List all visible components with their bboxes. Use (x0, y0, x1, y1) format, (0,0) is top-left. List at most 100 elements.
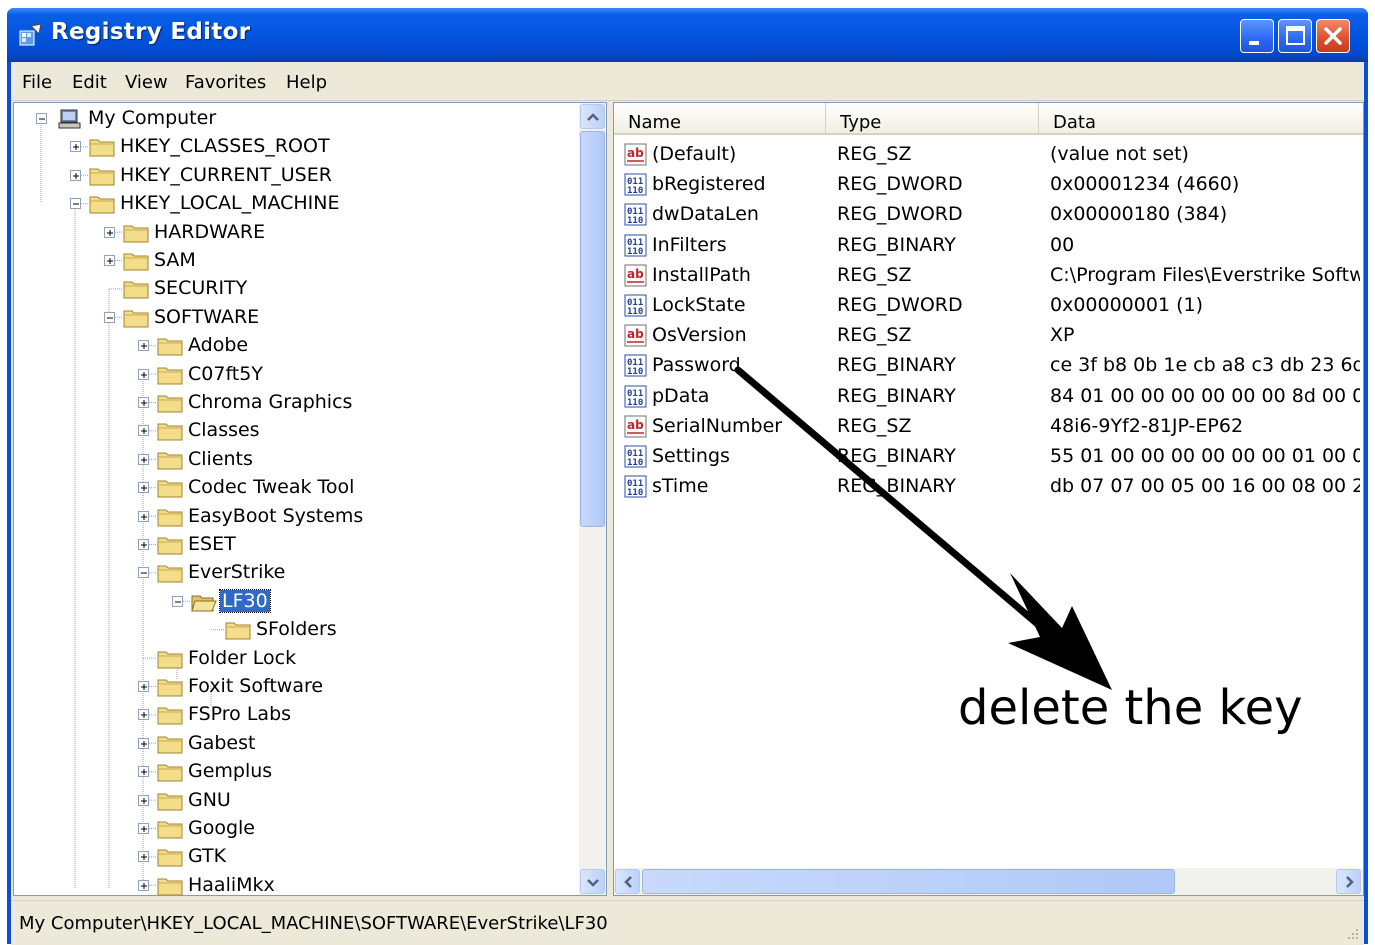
value-row[interactable]: 011 110 Settings REG_BINARY 55 01 00 00 00 0… (614, 443, 1363, 473)
value-row[interactable]: ab OsVersion REG_SZ XP (614, 322, 1363, 352)
value-name[interactable]: dwDataLen (652, 203, 759, 225)
tree-item-label[interactable]: Clients (186, 448, 255, 470)
expand-icon[interactable] (138, 766, 149, 778)
close-button[interactable] (1316, 19, 1350, 53)
value-name[interactable]: bRegistered (652, 173, 766, 195)
value-name[interactable]: Settings (652, 445, 730, 467)
value-row[interactable]: 011 110 Password REG_BINARY ce 3f b8 0b 1e c… (614, 352, 1363, 382)
value-name[interactable]: OsVersion (652, 324, 747, 346)
value-name[interactable]: (Default) (652, 143, 736, 165)
expand-icon[interactable] (138, 737, 149, 749)
value-row[interactable]: 011 110 LockState REG_DWORD 0x00000001 (1) (614, 292, 1363, 322)
expand-icon[interactable] (138, 453, 149, 465)
title-bar[interactable]: Registry Editor (7, 8, 1368, 62)
tree-item[interactable]: GTK (14, 844, 574, 872)
tree-item[interactable]: Google (14, 816, 574, 844)
scroll-right-button[interactable] (1336, 869, 1361, 894)
tree-item-label[interactable]: Google (186, 817, 257, 839)
expand-icon[interactable] (138, 879, 149, 891)
value-name[interactable]: SerialNumber (652, 415, 782, 437)
tree-item[interactable]: Foxit Software (14, 674, 574, 702)
list-scroll-thumb[interactable] (642, 869, 1175, 894)
expand-icon[interactable] (138, 397, 149, 408)
tree-item[interactable]: LF30 (14, 588, 574, 617)
tree-item-label[interactable]: GTK (186, 845, 228, 867)
collapse-icon[interactable] (70, 198, 81, 210)
tree-item[interactable]: SECURITY (14, 276, 574, 304)
column-header-name[interactable]: Name (614, 103, 826, 135)
collapse-icon[interactable] (36, 113, 47, 124)
key-tree-pane[interactable]: My Computer HKEY_CLASSES_ROOT HKEY_CURRENT… (13, 102, 607, 896)
scroll-up-button[interactable] (580, 104, 605, 129)
tree-item-label[interactable]: Gemplus (186, 760, 274, 782)
tree-item-label[interactable]: FSPro Labs (186, 703, 293, 725)
menu-help[interactable]: Help (286, 72, 327, 93)
minimize-button[interactable] (1240, 19, 1274, 53)
column-header-type[interactable]: Type (826, 103, 1039, 135)
expand-icon[interactable] (138, 851, 149, 863)
tree-item[interactable]: FSPro Labs (14, 702, 574, 730)
expand-icon[interactable] (138, 368, 149, 380)
value-row[interactable]: 011 110 bRegistered REG_DWORD 0x00001234 (46… (614, 171, 1363, 201)
expand-icon[interactable] (138, 794, 149, 806)
tree-item-label[interactable]: SFolders (254, 618, 339, 640)
value-row[interactable]: ab (Default) REG_SZ (value not set) (614, 141, 1363, 171)
tree-item-label[interactable]: Classes (186, 419, 262, 441)
expand-icon[interactable] (104, 255, 115, 266)
tree-item-label[interactable]: EasyBoot Systems (186, 505, 365, 527)
tree-vertical-scrollbar[interactable] (579, 103, 606, 895)
tree-item[interactable]: SFolders (14, 617, 574, 645)
tree-item-label[interactable]: My Computer (86, 107, 218, 129)
value-name[interactable]: InstallPath (652, 264, 751, 286)
list-horizontal-scrollbar[interactable] (614, 868, 1363, 895)
expand-icon[interactable] (138, 340, 149, 352)
tree-item[interactable]: EverStrike (14, 560, 574, 588)
value-name[interactable]: Password (652, 354, 741, 376)
value-row[interactable]: ab SerialNumber REG_SZ 48i6-9Yf2-81JP-EP62 (614, 413, 1363, 443)
collapse-icon[interactable] (104, 311, 115, 323)
tree-item-label[interactable]: Folder Lock (186, 647, 298, 669)
menu-edit[interactable]: Edit (72, 72, 107, 93)
tree-item[interactable]: HARDWARE (14, 220, 574, 248)
menu-favorites[interactable]: Favorites (185, 72, 266, 93)
tree-item-label[interactable]: LF30 (219, 588, 271, 613)
tree-item[interactable]: C07ft5Y (14, 362, 574, 390)
tree-item[interactable]: SAM (14, 248, 574, 276)
expand-icon[interactable] (138, 823, 149, 834)
tree-item[interactable]: HKEY_CURRENT_USER (14, 163, 574, 191)
tree-item-label[interactable]: HaaliMkx (186, 874, 277, 895)
tree-item[interactable]: My Computer (14, 106, 574, 134)
value-name[interactable]: pData (652, 385, 709, 407)
value-name[interactable]: InFilters (652, 234, 727, 256)
expand-icon[interactable] (138, 681, 149, 692)
tree-item-label[interactable]: SOFTWARE (152, 306, 261, 328)
tree-item-label[interactable]: SECURITY (152, 277, 249, 299)
tree-item[interactable]: Folder Lock (14, 646, 574, 674)
tree-item-label[interactable]: Foxit Software (186, 675, 325, 697)
resize-grip-icon[interactable] (1346, 927, 1360, 941)
expand-icon[interactable] (138, 709, 149, 721)
expand-icon[interactable] (70, 141, 81, 153)
column-header-data[interactable]: Data (1039, 103, 1363, 135)
value-row[interactable]: 011 110 sTime REG_BINARY db 07 07 00 05 00 1… (614, 473, 1363, 503)
tree-item-label[interactable]: SAM (152, 249, 198, 271)
tree-item[interactable]: Codec Tweak Tool (14, 475, 574, 503)
collapse-icon[interactable] (172, 595, 183, 607)
value-row[interactable]: 011 110 InFilters REG_BINARY 00 (614, 232, 1363, 262)
expand-icon[interactable] (138, 510, 149, 522)
tree-item-label[interactable]: HKEY_CURRENT_USER (118, 164, 334, 186)
tree-item[interactable]: Classes (14, 418, 574, 446)
tree-item-label[interactable]: HKEY_CLASSES_ROOT (118, 135, 332, 157)
tree-item[interactable]: ESET (14, 532, 574, 560)
tree-item[interactable]: Adobe (14, 333, 574, 361)
collapse-icon[interactable] (138, 567, 149, 579)
tree-item[interactable]: Gemplus (14, 759, 574, 787)
tree-item[interactable]: EasyBoot Systems (14, 504, 574, 532)
tree-item-label[interactable]: EverStrike (186, 561, 287, 583)
maximize-button[interactable] (1278, 19, 1312, 53)
expand-icon[interactable] (138, 539, 149, 550)
tree-item[interactable]: HKEY_LOCAL_MACHINE (14, 191, 574, 219)
tree-item-label[interactable]: Adobe (186, 334, 250, 356)
tree-item-label[interactable]: Gabest (186, 732, 257, 754)
scroll-left-button[interactable] (615, 869, 640, 894)
